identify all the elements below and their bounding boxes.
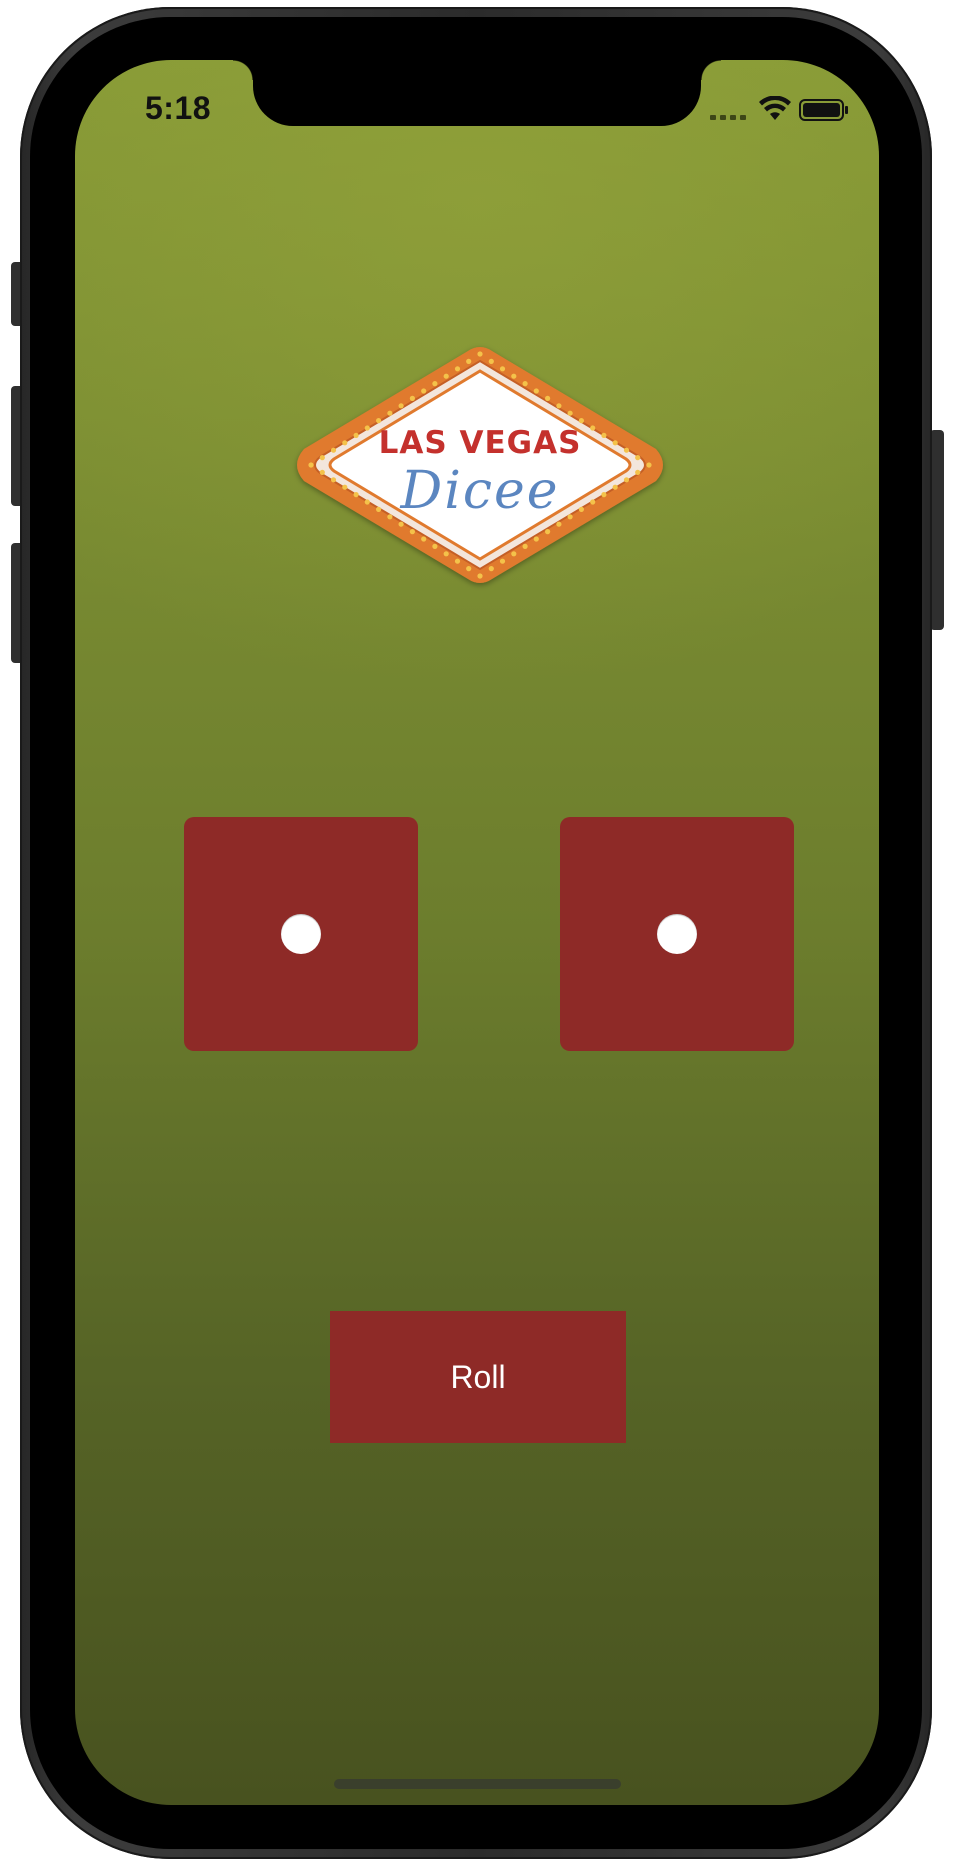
home-indicator[interactable] xyxy=(334,1779,621,1789)
left-die-pip xyxy=(281,914,321,954)
power-button xyxy=(930,430,944,630)
battery-icon xyxy=(799,99,848,121)
roll-button[interactable]: Roll xyxy=(330,1311,626,1443)
page: 5:18 LAS VEGAS Dicee Roll xyxy=(0,0,953,1862)
app-logo: LAS VEGAS Dicee xyxy=(288,339,672,591)
logo-text-las-vegas: LAS VEGAS xyxy=(378,425,582,461)
right-die xyxy=(560,817,794,1051)
right-die-pip xyxy=(657,914,697,954)
notch xyxy=(233,60,721,126)
wifi-icon xyxy=(759,96,791,120)
app-screen: 5:18 LAS VEGAS Dicee Roll xyxy=(75,60,879,1805)
status-time: 5:18 xyxy=(145,90,212,126)
logo-text-dicee: Dicee xyxy=(400,461,560,521)
left-die xyxy=(184,817,418,1051)
cellular-signal-icon xyxy=(710,115,746,120)
